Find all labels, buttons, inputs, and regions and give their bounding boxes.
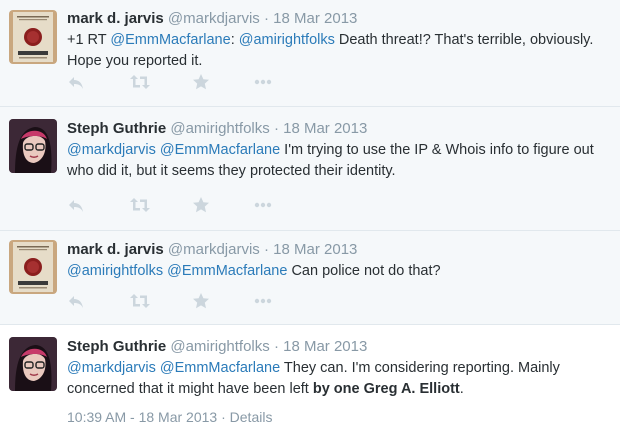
reply-button[interactable]	[67, 193, 129, 217]
mention-link[interactable]: @EmmMacfarlane	[160, 142, 280, 158]
tweet-2[interactable]: Steph Guthrie @amirightfolks · 18 Mar 20…	[0, 107, 620, 231]
reply-icon	[69, 200, 83, 212]
mention-link[interactable]: @EmmMacfarlane	[167, 263, 287, 279]
retweet-icon	[130, 75, 150, 89]
favorite-button[interactable]	[191, 70, 253, 94]
more-button[interactable]	[253, 193, 315, 217]
avatar[interactable]	[9, 240, 57, 294]
mention-link[interactable]: @EmmMacfarlane	[110, 32, 230, 48]
favorite-icon	[193, 74, 209, 90]
tweet-text: @amirightfolks @EmmMacfarlane Can police…	[67, 261, 612, 282]
retweet-button[interactable]	[129, 193, 191, 217]
tweet-3[interactable]: mark d. jarvis @markdjarvis · 18 Mar 201…	[0, 231, 620, 325]
mention-link[interactable]: @amirightfolks	[67, 263, 163, 279]
reply-button[interactable]	[67, 70, 129, 94]
retweet-button[interactable]	[129, 70, 191, 94]
more-button[interactable]	[253, 289, 315, 313]
tweet-text-part: +1 RT	[67, 32, 111, 48]
favorite-button[interactable]	[191, 289, 253, 313]
meta-separator: ·	[221, 409, 226, 425]
tweet-1[interactable]: mark d. jarvis @markdjarvis · 18 Mar 201…	[0, 0, 620, 107]
tweet-4-focused[interactable]: Steph Guthrie @amirightfolks · 18 Mar 20…	[0, 325, 620, 434]
tweet-text-part: Can police not do that?	[287, 263, 441, 279]
more-button[interactable]	[253, 70, 315, 94]
tweet-fullname[interactable]: mark d. jarvis	[67, 10, 164, 27]
tweet-timestamp[interactable]: 18 Mar 2013	[273, 241, 357, 258]
avatar[interactable]	[9, 337, 57, 391]
header-separator: ·	[273, 338, 279, 355]
reply-icon	[69, 77, 83, 89]
retweet-icon	[130, 294, 150, 308]
tweet-text-bold: by one Greg A. Elliott	[312, 381, 460, 397]
more-icon	[254, 202, 272, 208]
tweet-actions	[67, 70, 315, 94]
more-icon	[254, 298, 272, 304]
details-link[interactable]: Details	[230, 409, 273, 425]
avatar[interactable]	[9, 10, 57, 64]
favorite-icon	[193, 293, 209, 309]
conversation-feed: mark d. jarvis @markdjarvis · 18 Mar 201…	[0, 0, 620, 434]
tweet-actions	[67, 289, 315, 313]
tweet-text: @markdjarvis @EmmMacfarlane I'm trying t…	[67, 140, 612, 182]
retweet-icon	[130, 198, 150, 212]
tweet-timestamp[interactable]: 18 Mar 2013	[283, 120, 367, 137]
tweet-username[interactable]: @markdjarvis	[168, 241, 260, 258]
retweet-button[interactable]	[129, 289, 191, 313]
tweet-username[interactable]: @markdjarvis	[168, 10, 260, 27]
more-icon	[254, 79, 272, 85]
avatar[interactable]	[9, 119, 57, 173]
tweet-meta: 10:39 AM - 18 Mar 2013 · Details	[67, 409, 272, 425]
mention-link[interactable]: @EmmMacfarlane	[160, 360, 280, 376]
favorite-button[interactable]	[191, 193, 253, 217]
header-separator: ·	[273, 120, 279, 137]
header-separator: ·	[263, 241, 269, 258]
reply-button[interactable]	[67, 289, 129, 313]
tweet-fullname[interactable]: mark d. jarvis	[67, 241, 164, 258]
tweet-fullname[interactable]: Steph Guthrie	[67, 338, 166, 355]
tweet-text: +1 RT @EmmMacfarlane: @amirightfolks Dea…	[67, 30, 612, 72]
mention-link[interactable]: @amirightfolks	[239, 32, 335, 48]
mention-link[interactable]: @markdjarvis	[67, 142, 156, 158]
tweet-text-part: .	[459, 381, 464, 397]
favorite-icon	[193, 197, 209, 213]
mention-link[interactable]: @markdjarvis	[67, 360, 156, 376]
tweet-timestamp[interactable]: 18 Mar 2013	[273, 10, 357, 27]
reply-icon	[69, 296, 83, 308]
tweet-username[interactable]: @amirightfolks	[170, 338, 269, 355]
tweet-text-part: :	[230, 32, 239, 48]
tweet-actions	[67, 193, 315, 217]
header-separator: ·	[263, 10, 269, 27]
full-timestamp[interactable]: 10:39 AM - 18 Mar 2013	[67, 409, 217, 425]
tweet-fullname[interactable]: Steph Guthrie	[67, 120, 166, 137]
tweet-text: @markdjarvis @EmmMacfarlane They can. I'…	[67, 358, 612, 400]
tweet-username[interactable]: @amirightfolks	[170, 120, 269, 137]
tweet-timestamp[interactable]: 18 Mar 2013	[283, 338, 367, 355]
